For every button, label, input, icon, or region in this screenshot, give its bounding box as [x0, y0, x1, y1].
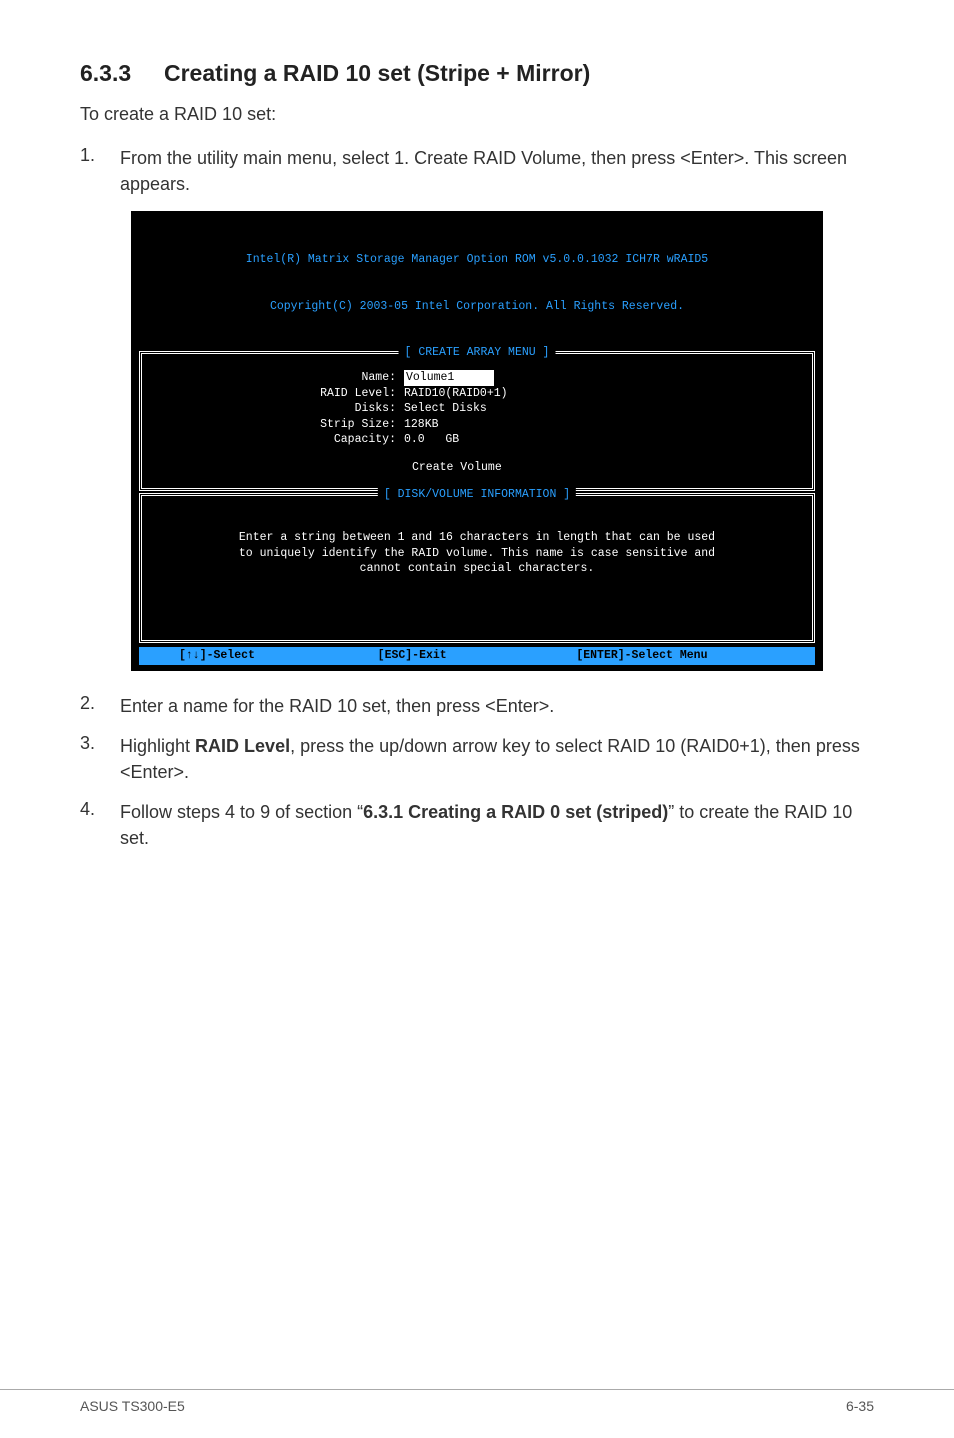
field-strip-size: Strip Size: 128KB	[154, 417, 800, 433]
footer-hint-select: [↑↓]-Select	[179, 648, 378, 664]
field-label: RAID Level:	[154, 386, 404, 402]
field-raid-level: RAID Level: RAID10(RAID0+1)	[154, 386, 800, 402]
bios-header-line2: Copyright(C) 2003-05 Intel Corporation. …	[143, 299, 811, 315]
footer-hint-exit: [ESC]-Exit	[378, 648, 577, 664]
section-number: 6.3.3	[80, 60, 164, 87]
step-text: From the utility main menu, select 1. Cr…	[120, 145, 874, 197]
field-value[interactable]: RAID10(RAID0+1)	[404, 386, 800, 402]
footer-left: ASUS TS300-E5	[80, 1398, 185, 1414]
text-fragment: Highlight	[120, 736, 195, 756]
step-text: Enter a name for the RAID 10 set, then p…	[120, 693, 874, 719]
bios-header: Intel(R) Matrix Storage Manager Option R…	[131, 221, 823, 349]
field-label: Disks:	[154, 401, 404, 417]
disk-volume-info-box: [ DISK/VOLUME INFORMATION ] Enter a stri…	[139, 493, 815, 643]
step-3: 3. Highlight RAID Level, press the up/do…	[80, 733, 874, 785]
section-heading: 6.3.3 Creating a RAID 10 set (Stripe + M…	[80, 60, 874, 87]
create-volume-action[interactable]: Create Volume	[154, 460, 800, 476]
step-2: 2. Enter a name for the RAID 10 set, the…	[80, 693, 874, 719]
name-input-highlight[interactable]: Volume1	[404, 370, 494, 386]
step-marker: 4.	[80, 799, 120, 851]
bold-text: RAID Level	[195, 736, 290, 756]
field-disks: Disks: Select Disks	[154, 401, 800, 417]
bios-screenshot: Intel(R) Matrix Storage Manager Option R…	[131, 211, 823, 671]
create-array-menu-box: [ CREATE ARRAY MENU ] Name: Volume1 RAID…	[139, 351, 815, 491]
section-title: Creating a RAID 10 set (Stripe + Mirror)	[164, 60, 590, 87]
disk-volume-info-title: [ DISK/VOLUME INFORMATION ]	[378, 487, 576, 503]
footer-hint-enter: [ENTER]-Select Menu	[576, 648, 775, 664]
intro-text: To create a RAID 10 set:	[80, 101, 874, 127]
field-capacity: Capacity: 0.0 GB	[154, 432, 800, 448]
create-array-menu-title: [ CREATE ARRAY MENU ]	[399, 345, 556, 361]
page-footer: ASUS TS300-E5 6-35	[0, 1389, 954, 1438]
field-value[interactable]: Volume1	[404, 370, 800, 386]
disk-volume-info-text: Enter a string between 1 and 16 characte…	[154, 530, 800, 577]
step-text: Follow steps 4 to 9 of section “6.3.1 Cr…	[120, 799, 874, 851]
bold-text: 6.3.1 Creating a RAID 0 set (striped)	[363, 802, 668, 822]
field-label: Strip Size:	[154, 417, 404, 433]
bios-footer-bar: [↑↓]-Select [ESC]-Exit [ENTER]-Select Me…	[139, 647, 815, 665]
field-value[interactable]: 0.0 GB	[404, 432, 800, 448]
step-1: 1. From the utility main menu, select 1.…	[80, 145, 874, 197]
step-marker: 1.	[80, 145, 120, 197]
field-name: Name: Volume1	[154, 370, 800, 386]
footer-right: 6-35	[846, 1398, 874, 1414]
step-4: 4. Follow steps 4 to 9 of section “6.3.1…	[80, 799, 874, 851]
step-marker: 2.	[80, 693, 120, 719]
text-fragment: Follow steps 4 to 9 of section “	[120, 802, 363, 822]
step-text: Highlight RAID Level, press the up/down …	[120, 733, 874, 785]
field-value[interactable]: 128KB	[404, 417, 800, 433]
field-label: Capacity:	[154, 432, 404, 448]
field-label: Name:	[154, 370, 404, 386]
bios-header-line1: Intel(R) Matrix Storage Manager Option R…	[143, 252, 811, 268]
field-value[interactable]: Select Disks	[404, 401, 800, 417]
step-marker: 3.	[80, 733, 120, 785]
